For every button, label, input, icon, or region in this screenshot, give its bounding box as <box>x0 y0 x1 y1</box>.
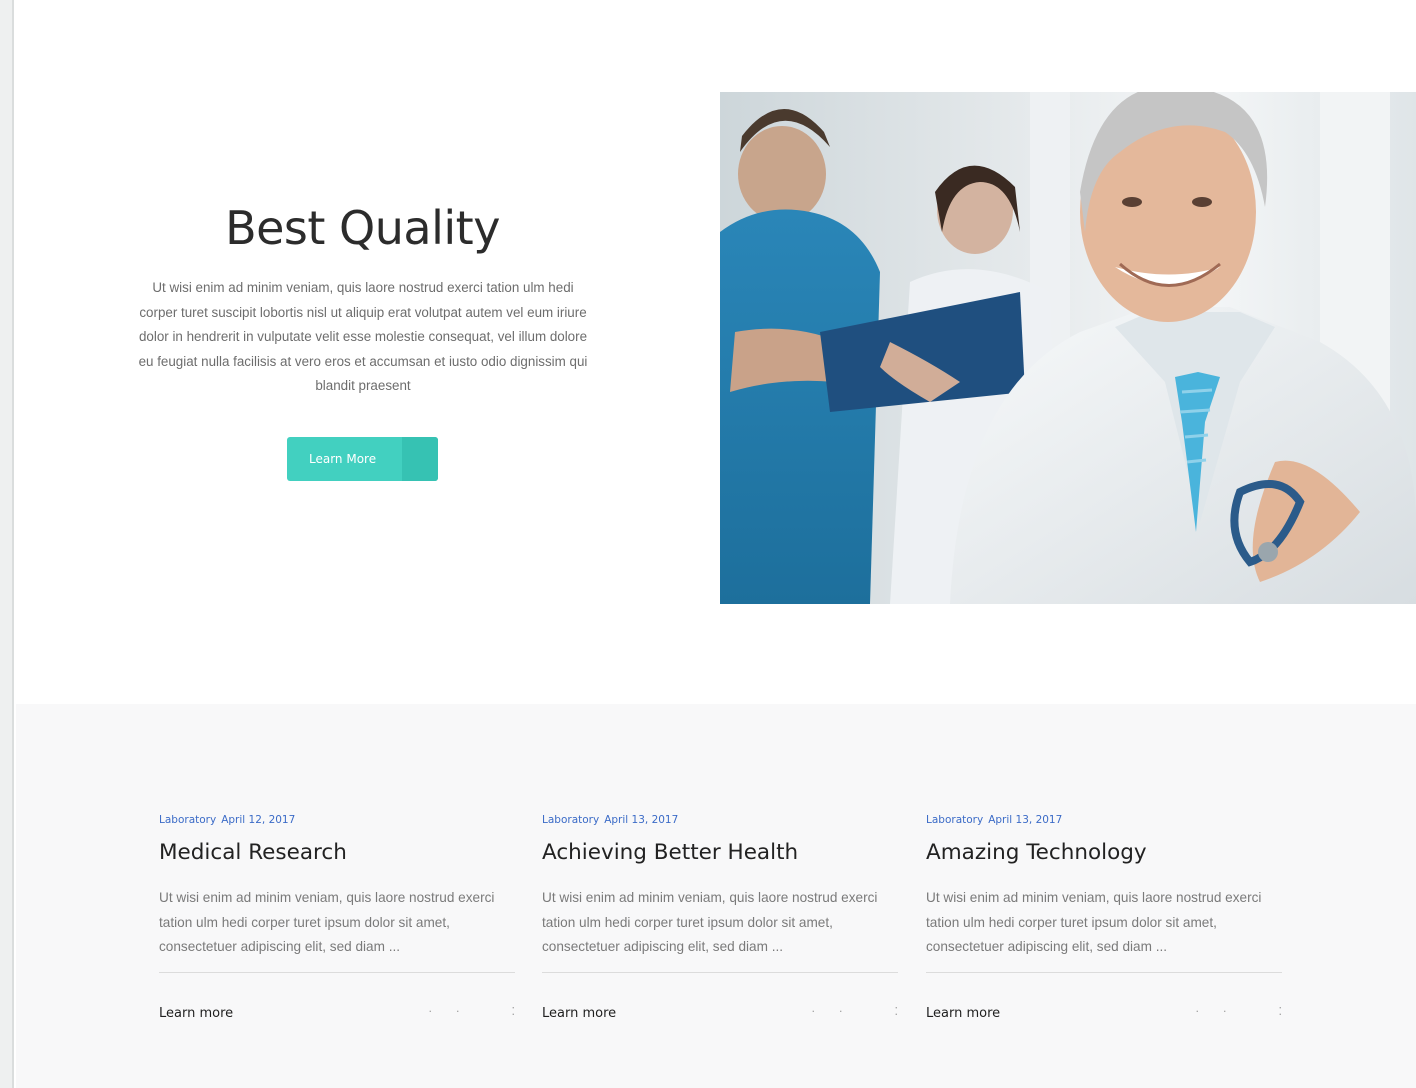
dot-icon[interactable]: · <box>429 1003 433 1021</box>
post-excerpt: Ut wisi enim ad minim veniam, quis laore… <box>159 890 495 954</box>
post-divider <box>159 972 515 973</box>
learn-more-link[interactable]: Learn more <box>159 1005 233 1023</box>
hero-section: Best Quality Ut wisi enim ad minim venia… <box>16 0 1416 704</box>
dot-icon[interactable]: · <box>456 1003 460 1021</box>
post-category-link[interactable]: Laboratory <box>542 814 599 826</box>
post-title[interactable]: Achieving Better Health <box>542 838 798 868</box>
post-date[interactable]: April 12, 2017 <box>221 814 295 826</box>
hero-description: Ut wisi enim ad minim veniam, quis laore… <box>138 280 588 393</box>
hero-title: Best Quality <box>225 201 500 255</box>
dot-icon[interactable]: · <box>1223 1003 1227 1021</box>
post-meta: Laboratory April 13, 2017 <box>542 812 678 828</box>
more-options-icon[interactable]: ⁚ <box>512 1003 516 1021</box>
post-meta: Laboratory April 13, 2017 <box>926 812 1062 828</box>
doctor-photo <box>720 92 1416 604</box>
page-left-border <box>0 0 14 1088</box>
learn-more-button[interactable]: Learn More <box>287 437 438 481</box>
more-options-icon[interactable]: ⁚ <box>1279 1003 1283 1021</box>
button-accent-block <box>402 437 438 481</box>
learn-more-button-label: Learn More <box>309 452 377 466</box>
post-card: Laboratory April 13, 2017 Amazing Technol… <box>926 812 1282 1022</box>
post-category-link[interactable]: Laboratory <box>159 814 216 826</box>
post-title[interactable]: Medical Research <box>159 838 347 868</box>
learn-more-link[interactable]: Learn more <box>926 1005 1000 1023</box>
post-action-icons: · · ⁚ <box>1196 1003 1283 1021</box>
posts-section: Laboratory April 12, 2017 Medical Researc… <box>16 704 1416 1088</box>
post-card: Laboratory April 12, 2017 Medical Researc… <box>159 812 515 1022</box>
doctor-photo-illustration <box>720 92 1416 604</box>
post-date[interactable]: April 13, 2017 <box>988 814 1062 826</box>
post-date[interactable]: April 13, 2017 <box>604 814 678 826</box>
post-excerpt: Ut wisi enim ad minim veniam, quis laore… <box>926 890 1262 954</box>
post-title[interactable]: Amazing Technology <box>926 838 1147 868</box>
post-action-icons: · · ⁚ <box>429 1003 516 1021</box>
post-meta: Laboratory April 12, 2017 <box>159 812 295 828</box>
learn-more-link[interactable]: Learn more <box>542 1005 616 1023</box>
post-divider <box>542 972 898 973</box>
more-options-icon[interactable]: ⁚ <box>895 1003 899 1021</box>
dot-icon[interactable]: · <box>839 1003 843 1021</box>
post-category-link[interactable]: Laboratory <box>926 814 983 826</box>
dot-icon[interactable]: · <box>1196 1003 1200 1021</box>
post-card: Laboratory April 13, 2017 Achieving Bette… <box>542 812 898 1022</box>
post-divider <box>926 972 1282 973</box>
post-action-icons: · · ⁚ <box>812 1003 899 1021</box>
dot-icon[interactable]: · <box>812 1003 816 1021</box>
post-excerpt: Ut wisi enim ad minim veniam, quis laore… <box>542 890 878 954</box>
